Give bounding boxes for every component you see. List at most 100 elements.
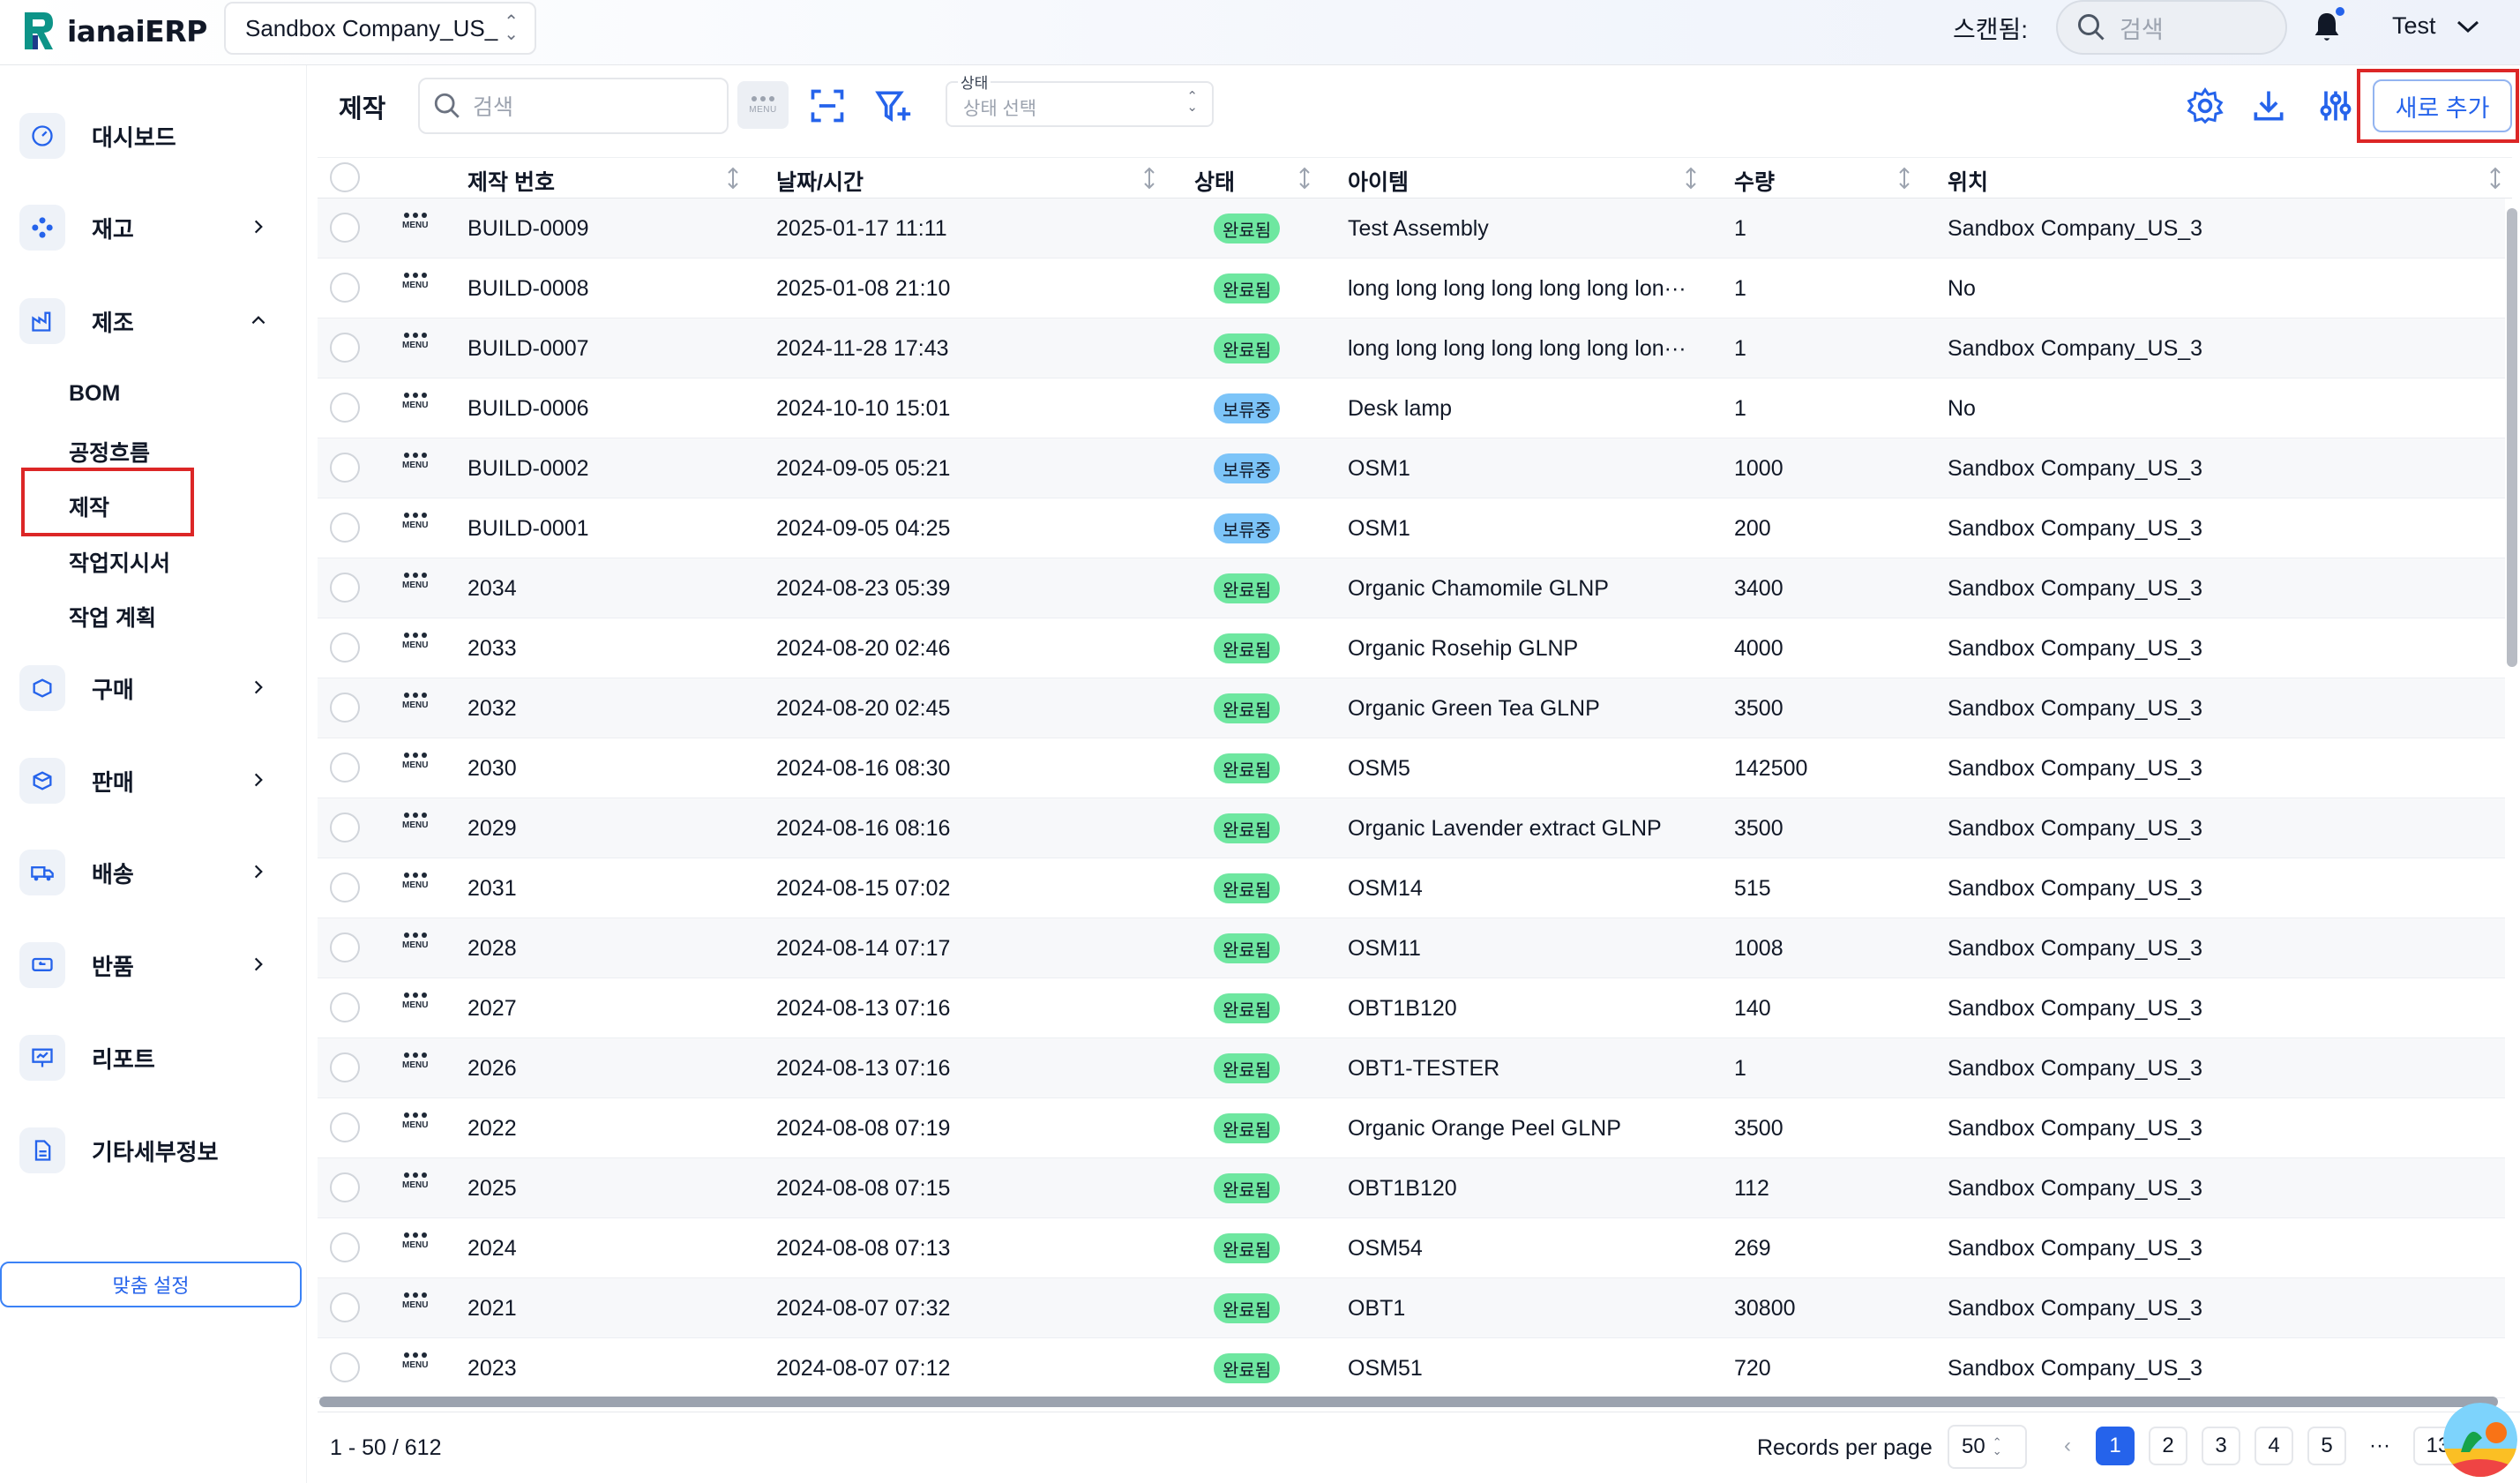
table-row[interactable]: MENU BUILD-0009 2025-01-17 11:11 완료됨 Test As… [318, 198, 2505, 258]
cell-build-number[interactable]: 2026 [467, 1056, 517, 1082]
table-row[interactable]: MENU 2026 2024-08-13 07:16 완료됨 OBT1-TESTER 1 S… [318, 1038, 2505, 1098]
cell-build-number[interactable]: 2023 [467, 1356, 517, 1382]
sidebar-item-sales[interactable]: 판매 [19, 754, 284, 807]
sidebar-item-reports[interactable]: 리포트 [19, 1031, 284, 1084]
row-checkbox[interactable] [330, 1292, 360, 1322]
page-button-4[interactable]: 4 [2255, 1427, 2293, 1465]
row-checkbox[interactable] [330, 753, 360, 783]
cell-build-number[interactable]: BUILD-0009 [467, 216, 589, 242]
header-status[interactable]: 상태 [1194, 165, 1235, 197]
row-checkbox[interactable] [330, 633, 360, 663]
row-menu-button[interactable]: MENU [402, 1292, 428, 1310]
sidebar-item-inventory[interactable]: 재고 [19, 201, 284, 254]
row-menu-button[interactable]: MENU [402, 813, 428, 830]
row-checkbox[interactable] [330, 1232, 360, 1262]
row-checkbox[interactable] [330, 813, 360, 843]
row-checkbox[interactable] [330, 453, 360, 483]
header-build-number[interactable]: 제작 번호 [467, 165, 555, 197]
status-filter-select[interactable]: 상태 상태 선택 ⌃ ⌄ [946, 71, 1214, 127]
row-menu-button[interactable]: MENU [402, 273, 428, 290]
cell-build-number[interactable]: BUILD-0008 [467, 276, 589, 302]
row-menu-button[interactable]: MENU [402, 753, 428, 770]
table-row[interactable]: MENU 2029 2024-08-16 08:16 완료됨 Organic Laven… [318, 798, 2505, 858]
table-row[interactable]: MENU BUILD-0001 2024-09-05 04:25 보류중 OSM1 200… [318, 498, 2505, 558]
page-button-1[interactable]: 1 [2096, 1427, 2135, 1465]
row-menu-button[interactable]: MENU [402, 213, 428, 230]
table-row[interactable]: MENU 2025 2024-08-08 07:15 완료됨 OBT1B120 112 Sa… [318, 1158, 2505, 1218]
cell-build-number[interactable]: 2032 [467, 696, 517, 722]
cell-build-number[interactable]: 2024 [467, 1236, 517, 1262]
download-icon[interactable] [2249, 86, 2288, 125]
sort-icon[interactable] [1685, 166, 1697, 191]
header-location[interactable]: 위치 [1948, 165, 1988, 197]
table-row[interactable]: MENU BUILD-0006 2024-10-10 15:01 보류중 Desk la… [318, 378, 2505, 438]
row-checkbox[interactable] [330, 1352, 360, 1382]
sort-icon[interactable] [1898, 166, 1911, 191]
row-checkbox[interactable] [330, 1172, 360, 1202]
horizontal-scrollbar[interactable] [319, 1397, 2498, 1407]
cell-build-number[interactable]: 2021 [467, 1296, 517, 1322]
table-row[interactable]: MENU 2021 2024-08-07 07:32 완료됨 OBT1 30800 Sand… [318, 1278, 2505, 1338]
row-checkbox[interactable] [330, 573, 360, 603]
cell-build-number[interactable]: 2022 [467, 1116, 517, 1142]
row-menu-button[interactable]: MENU [402, 932, 428, 950]
global-search-input[interactable]: 검색 [2056, 0, 2287, 55]
table-row[interactable]: MENU 2034 2024-08-23 05:39 완료됨 Organic Chamo… [318, 558, 2505, 618]
row-checkbox[interactable] [330, 1052, 360, 1082]
table-row[interactable]: MENU 2028 2024-08-14 07:17 완료됨 OSM11 1008 Sand… [318, 918, 2505, 978]
sidebar-item-dashboard[interactable]: 대시보드 [19, 109, 284, 162]
row-checkbox[interactable] [330, 873, 360, 903]
company-select[interactable]: Sandbox Company_US_ ⌃ ⌄ [224, 2, 536, 55]
header-quantity[interactable]: 수량 [1734, 165, 1775, 197]
cell-build-number[interactable]: 2034 [467, 576, 517, 602]
row-checkbox[interactable] [330, 932, 360, 962]
filter-add-icon[interactable] [873, 86, 912, 125]
sort-icon[interactable] [1298, 166, 1311, 191]
table-row[interactable]: MENU 2033 2024-08-20 02:46 완료됨 Organic Roseh… [318, 618, 2505, 678]
sidebar-sub-work-order[interactable]: 작업지시서 [69, 546, 170, 578]
sidebar-sub-bom[interactable]: BOM [69, 381, 120, 407]
row-checkbox[interactable] [330, 1112, 360, 1142]
cell-build-number[interactable]: 2025 [467, 1176, 517, 1202]
row-menu-button[interactable]: MENU [402, 1232, 428, 1250]
app-logo[interactable]: ianaiERP [21, 9, 207, 53]
assistant-avatar-icon[interactable] [2443, 1403, 2517, 1477]
gear-icon[interactable] [2186, 86, 2225, 125]
table-row[interactable]: MENU 2030 2024-08-16 08:30 완료됨 OSM5 142500 San… [318, 738, 2505, 798]
customize-button[interactable]: 맞춤 설정 [0, 1262, 302, 1307]
select-all-checkbox[interactable] [330, 162, 360, 192]
sidebar-item-returns[interactable]: 반품 [19, 939, 284, 992]
cell-build-number[interactable]: 2030 [467, 756, 517, 782]
cell-build-number[interactable]: 2033 [467, 636, 517, 662]
table-row[interactable]: MENU BUILD-0008 2025-01-08 21:10 완료됨 long lo… [318, 258, 2505, 318]
row-menu-button[interactable]: MENU [402, 693, 428, 710]
row-menu-button[interactable]: MENU [402, 1112, 428, 1130]
header-item[interactable]: 아이템 [1348, 165, 1409, 197]
row-checkbox[interactable] [330, 273, 360, 303]
cell-build-number[interactable]: BUILD-0007 [467, 336, 589, 362]
sidebar-item-other-details[interactable]: 기타세부정보 [19, 1124, 284, 1177]
user-menu[interactable]: Test [2392, 12, 2480, 40]
sort-icon[interactable] [2489, 166, 2501, 191]
row-menu-button[interactable]: MENU [402, 992, 428, 1010]
bulk-menu-button[interactable]: MENU [737, 81, 789, 129]
row-menu-button[interactable]: MENU [402, 393, 428, 410]
row-checkbox[interactable] [330, 992, 360, 1022]
cell-build-number[interactable]: 2031 [467, 876, 517, 902]
sliders-icon[interactable] [2316, 86, 2355, 125]
row-checkbox[interactable] [330, 513, 360, 543]
sidebar-item-purchase[interactable]: 구매 [19, 662, 284, 715]
page-button-3[interactable]: 3 [2202, 1427, 2240, 1465]
scan-icon[interactable] [808, 86, 847, 125]
page-button-2[interactable]: 2 [2149, 1427, 2187, 1465]
sidebar-item-manufacturing[interactable]: 제조 [19, 295, 284, 348]
list-search-input[interactable]: 검색 [418, 78, 729, 134]
table-row[interactable]: MENU 2022 2024-08-08 07:19 완료됨 Organic Orang… [318, 1098, 2505, 1158]
cell-build-number[interactable]: BUILD-0001 [467, 516, 589, 542]
row-menu-button[interactable]: MENU [402, 333, 428, 350]
row-menu-button[interactable]: MENU [402, 1052, 428, 1070]
prev-page-button[interactable]: ‹ [2048, 1427, 2087, 1465]
row-menu-button[interactable]: MENU [402, 1352, 428, 1370]
cell-build-number[interactable]: BUILD-0006 [467, 396, 589, 422]
cell-build-number[interactable]: 2029 [467, 816, 517, 842]
